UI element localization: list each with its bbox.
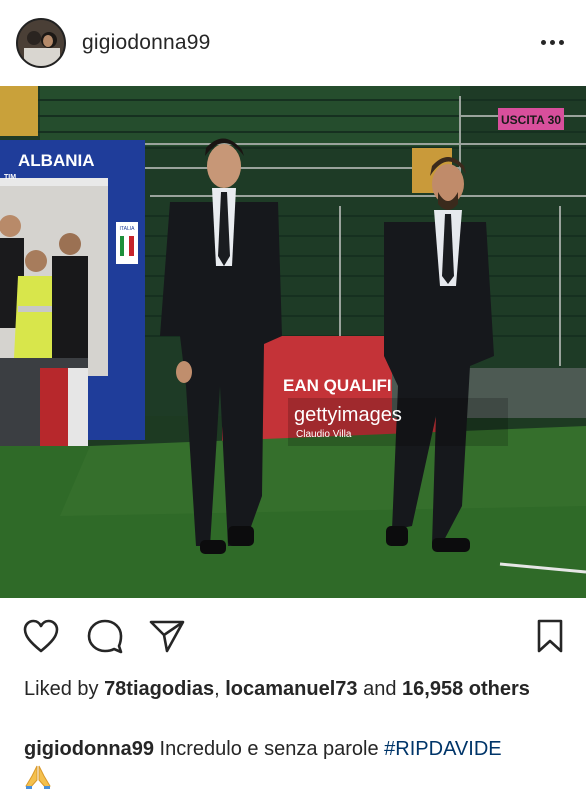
post-header: gigiodonna99 [0,0,586,86]
comment-icon[interactable] [86,618,124,659]
action-bar [0,598,586,670]
banner-sponsor: TIM [4,174,16,181]
post-photo[interactable]: USCITA 30 ALBANIA TIM ITALIA EAN QUALIFI… [0,86,586,598]
likes-prefix: Liked by [24,678,105,700]
post-caption: gigiodonna99 Incredulo e senza parole #R… [24,736,569,797]
liker-link[interactable]: locamanuel73 [225,678,357,700]
hashtag-link[interactable]: #RIPDAVIDE [384,738,501,760]
likes-summary: Liked by 78tiagodias, locamanuel73 and 1… [24,676,564,702]
likes-suffix[interactable]: others [463,678,530,700]
likes-separator: , [214,678,226,700]
send-icon[interactable] [148,618,186,659]
watermark-brand: gettyimages [294,404,402,426]
banner-country: ALBANIA [18,151,95,170]
more-options-icon[interactable] [541,40,564,45]
avatar[interactable] [16,18,66,68]
liker-link[interactable]: 78tiagodias [104,678,214,700]
likes-count[interactable]: 16,958 [402,678,463,700]
avatar-image [18,20,64,66]
heart-icon[interactable] [22,618,60,659]
caption-username[interactable]: gigiodonna99 [24,738,154,760]
post-username[interactable]: gigiodonna99 [82,31,211,55]
exit-sign: USCITA 30 [501,113,561,127]
praying-hands-emoji [24,764,52,797]
bookmark-icon[interactable] [536,618,564,659]
likes-and: and [357,678,403,700]
badge-text: ITALIA [120,226,136,232]
caption-text: Incredulo e senza parole [154,738,385,760]
watermark-credit: Claudio Villa [296,429,352,440]
